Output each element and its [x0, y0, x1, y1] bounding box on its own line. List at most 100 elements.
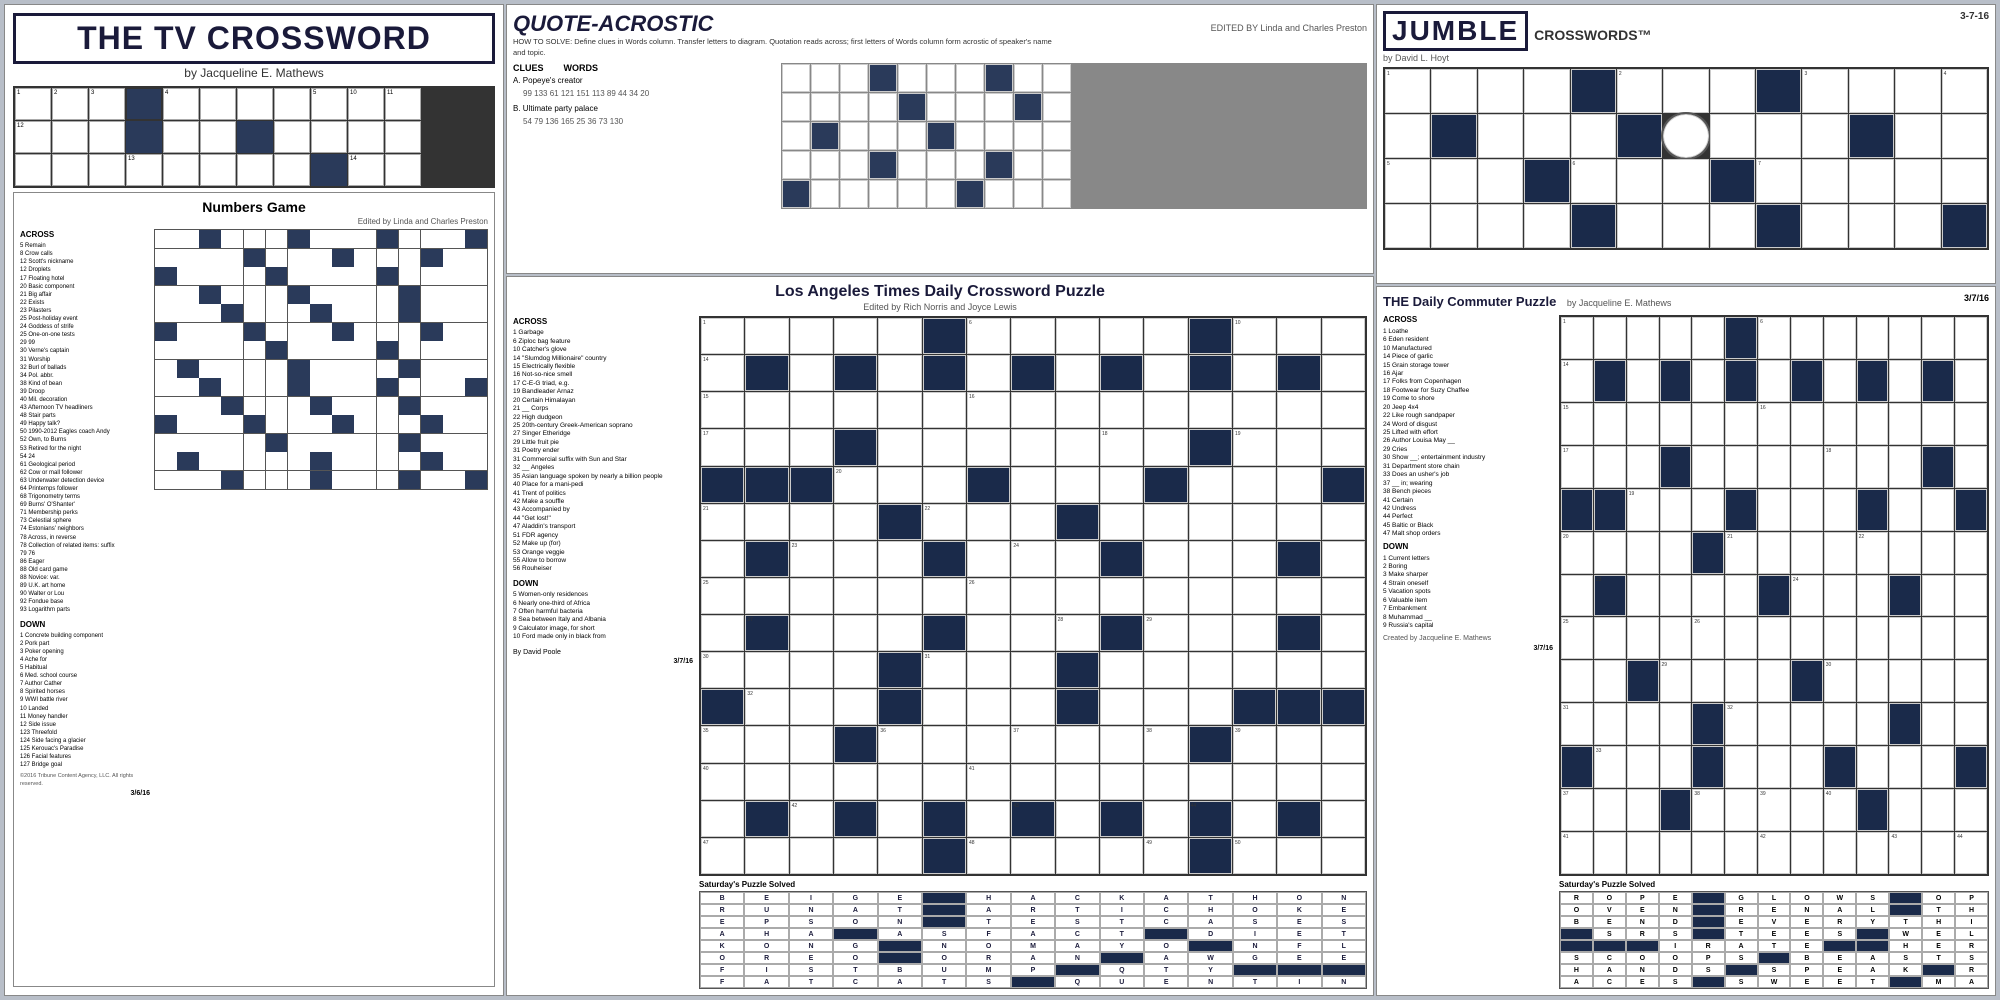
dc-sat-cell: S — [1889, 952, 1922, 964]
ng-cell — [244, 434, 266, 452]
ng-cell — [332, 471, 354, 489]
la-cell — [834, 355, 877, 391]
la-cell — [834, 764, 877, 800]
ng-cell — [177, 249, 199, 267]
ng-cell — [332, 249, 354, 267]
dc-cell: 42 — [1758, 832, 1790, 874]
dc-cell — [1922, 403, 1954, 445]
ng-down-clue: 7 Author Cather — [20, 680, 150, 688]
dc-cell — [1594, 403, 1626, 445]
jumble-cell — [1431, 159, 1476, 203]
la-cell — [790, 689, 833, 725]
jumble-cell — [1478, 204, 1523, 248]
dc-cell — [1594, 317, 1626, 359]
sat-cell: H — [744, 928, 788, 940]
la-cell: 6 — [967, 318, 1010, 354]
dc-sat-cell — [1560, 928, 1593, 940]
ng-cell — [399, 286, 421, 304]
dc-cell — [1594, 703, 1626, 745]
la-cell — [1056, 578, 1099, 614]
ng-cell — [221, 378, 243, 396]
ng-cell — [421, 471, 443, 489]
sat-cell: U — [1100, 976, 1144, 988]
la-cell — [923, 764, 966, 800]
ng-clue: 39 Droop — [20, 388, 150, 396]
la-cell: 26 — [967, 578, 1010, 614]
la-cell — [1322, 689, 1365, 725]
sat-cell: N — [1188, 976, 1232, 988]
sat-cell: K — [1100, 892, 1144, 904]
ng-down-clue: 12 Side issue — [20, 721, 150, 729]
ng-cell — [421, 249, 443, 267]
dc-cell — [1692, 703, 1724, 745]
dc-sat-cell: A — [1560, 976, 1593, 988]
ng-clue: 43 Afternoon TV headliners — [20, 404, 150, 412]
dc-cell — [1692, 403, 1724, 445]
la-cell — [1322, 726, 1365, 762]
qa-cell — [985, 151, 1013, 179]
dc-cell — [1857, 703, 1889, 745]
la-cell: 36 — [878, 726, 921, 762]
dc-sat-cell: T — [1725, 928, 1758, 940]
qa-cell — [898, 64, 926, 92]
jumble-cell — [1710, 69, 1755, 113]
dc-sat-header: Saturday's Puzzle Solved — [1559, 880, 1989, 889]
la-clue: 17 C-E-G triad, e.g. — [513, 380, 693, 388]
la-cell — [1322, 355, 1365, 391]
ng-down-clue: 125 Kerouac's Paradise — [20, 745, 150, 753]
ng-cell — [354, 341, 376, 359]
sat-cell: E — [744, 892, 788, 904]
la-cell — [1100, 318, 1143, 354]
sat-cell: T — [789, 976, 833, 988]
la-cell — [1189, 318, 1232, 354]
dc-date2: 3/7/16 — [1383, 644, 1553, 653]
jumble-title: JUMBLE — [1383, 11, 1528, 51]
ng-down-clue: 124 Side facing a glacier — [20, 737, 150, 745]
ng-cell — [377, 323, 399, 341]
la-cell — [1100, 801, 1143, 837]
qa-words-header: WORDS — [564, 63, 599, 73]
ng-cell — [443, 341, 465, 359]
la-cell — [1322, 504, 1365, 540]
ng-cell — [310, 341, 332, 359]
dc-cell — [1725, 446, 1757, 488]
ng-cell — [310, 360, 332, 378]
dc-cell — [1955, 532, 1987, 574]
ng-cell — [332, 304, 354, 322]
qa-cell — [840, 64, 868, 92]
dc-sat-grid: const dcSatGrid = [ "R","O","P","E","■",… — [1559, 891, 1989, 989]
dc-cell — [1824, 575, 1856, 617]
dc-cell — [1824, 617, 1856, 659]
la-cell — [1100, 652, 1143, 688]
ng-cell — [155, 434, 177, 452]
ng-cell — [465, 471, 487, 489]
sat-cell: D — [1188, 928, 1232, 940]
la-clue: 31 Poetry ender — [513, 447, 693, 455]
numbers-game-across-clues: ACROSS 5 Remain 8 Crow calls 12 Scott's … — [20, 229, 150, 798]
dc-cell: 31 — [1561, 703, 1593, 745]
la-cell — [1322, 392, 1365, 428]
ng-clue: 12 Droplets — [20, 266, 150, 274]
dc-cell — [1725, 317, 1757, 359]
la-cell — [878, 504, 921, 540]
tv-crossword-grid: 1 2 3 4 5 10 11 12 — [13, 86, 495, 188]
la-across-label: ACROSS — [513, 316, 693, 327]
ng-clue: 63 Underwater detection device — [20, 477, 150, 485]
sat-cell: O — [1277, 892, 1321, 904]
la-cell — [1233, 615, 1276, 651]
sat-cell: A — [1011, 928, 1055, 940]
dc-clue: 8 Muhammad __ — [1383, 614, 1553, 622]
la-cell — [790, 429, 833, 465]
dc-cell: 29 — [1660, 660, 1692, 702]
ng-cell — [244, 230, 266, 248]
jumble-cell — [1710, 159, 1755, 203]
la-cell — [1322, 429, 1365, 465]
dc-cell — [1627, 403, 1659, 445]
sat-cell: N — [878, 916, 922, 928]
ng-cell — [288, 267, 310, 285]
la-cell — [1100, 392, 1143, 428]
la-subtitle: Edited by Rich Norris and Joyce Lewis — [513, 302, 1367, 312]
dc-cell — [1922, 789, 1954, 831]
dc-sat-cell: V — [1758, 916, 1791, 928]
qa-cell — [840, 180, 868, 208]
